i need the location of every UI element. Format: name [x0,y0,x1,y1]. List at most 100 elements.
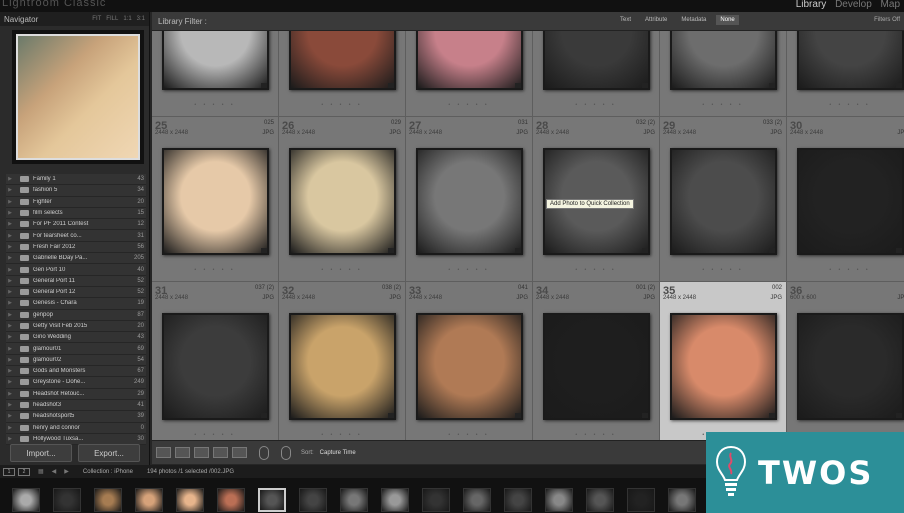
folder-item[interactable]: ▶ For PF 2011 Contest 12 [6,219,146,231]
filmstrip-thumb[interactable] [217,488,245,512]
module-map[interactable]: Map [881,0,900,10]
navigator-1to1[interactable]: 1:1 [123,16,131,22]
painter-icon[interactable] [259,445,269,460]
rating-dots[interactable]: • • • • • [660,267,786,273]
folder-item[interactable]: ▶ Gino Wedding 43 [6,332,146,344]
forward-arrow-icon[interactable]: ▶ [64,468,69,475]
grid-cell[interactable]: 31 037 (2) 2448 x 2448 JPG • • • • • [152,282,279,440]
rating-dots[interactable]: • • • • • [533,432,659,438]
disclosure-arrow-icon[interactable]: ▶ [6,255,14,261]
folder-item[interactable]: ▶ Fresh Fair 2012 56 [6,241,146,254]
folder-item[interactable]: ▶ Gabrielle BDay Pa... 205 [6,253,146,265]
disclosure-arrow-icon[interactable]: ▶ [6,244,14,250]
filmstrip-thumb[interactable] [94,488,122,512]
folder-item[interactable]: ▶ Getty Visit Feb 2015 20 [6,320,146,333]
grid-view-icon[interactable] [156,447,171,458]
grid-icon[interactable]: ▦ [38,468,44,475]
metadata-badge-icon[interactable] [642,248,648,253]
filmstrip-thumb[interactable] [135,488,163,512]
grid-cell[interactable]: • • • • • [787,31,904,117]
folder-item[interactable]: ▶ Headshot Retouc... 29 [6,388,146,400]
folder-item[interactable]: ▶ film selects 15 [6,207,146,220]
navigator-3to1[interactable]: 3:1 [137,16,145,22]
grid-cell[interactable]: • • • • • [533,31,660,117]
photo-thumbnail[interactable] [416,313,523,420]
rating-dots[interactable]: • • • • • [406,267,532,273]
back-arrow-icon[interactable]: ◀ [52,468,57,475]
sort-direction-icon[interactable] [281,445,291,460]
disclosure-arrow-icon[interactable]: ▶ [6,233,14,239]
photo-thumbnail[interactable] [670,31,777,90]
filter-metadata[interactable]: Metadata [677,15,710,25]
rating-dots[interactable]: • • • • • [279,432,405,438]
folder-item[interactable]: ▶ General Port 11 52 [6,275,146,287]
photo-thumbnail[interactable] [416,148,523,255]
folder-item[interactable]: ▶ henry and connor 0 [6,422,146,434]
filmstrip-thumb[interactable] [627,488,655,512]
filter-attribute[interactable]: Attribute [641,15,671,25]
folder-item[interactable]: ▶ For tearsheet co... 31 [6,230,146,242]
photo-thumbnail[interactable] [670,313,777,420]
rating-dots[interactable]: • • • • • [152,267,278,273]
module-library[interactable]: Library [796,0,827,10]
navigator-fill[interactable]: FILL [106,16,118,22]
metadata-badge-icon[interactable] [896,413,902,418]
disclosure-arrow-icon[interactable]: ▶ [6,357,14,363]
grid-cell[interactable]: 26 029 2448 x 2448 JPG • • • • • [279,117,406,282]
filmstrip-thumb[interactable] [176,488,204,512]
grid-cell[interactable]: 34 001 (2) 2448 x 2448 JPG • • • • • [533,282,660,440]
filmstrip-thumb[interactable] [12,488,40,512]
folder-item[interactable]: ▶ headshot3 41 [6,399,146,412]
disclosure-arrow-icon[interactable]: ▶ [6,425,14,431]
export-button[interactable]: Export... [78,444,140,462]
rating-dots[interactable]: • • • • • [406,432,532,438]
filmstrip-source[interactable]: Collection : iPhone [83,469,133,475]
grid-cell[interactable]: 29 033 (2) 2448 x 2448 JPG • • • • • [660,117,787,282]
disclosure-arrow-icon[interactable]: ▶ [6,312,14,318]
metadata-badge-icon[interactable] [388,248,394,253]
metadata-badge-icon[interactable] [515,248,521,253]
disclosure-arrow-icon[interactable]: ▶ [6,267,14,273]
filmstrip-thumb[interactable] [340,488,368,512]
filters-off-toggle[interactable]: Filters Off [874,17,900,23]
disclosure-arrow-icon[interactable]: ▶ [6,368,14,374]
grid-cell[interactable]: 27 031 2448 x 2448 JPG • • • • • [406,117,533,282]
grid-cell[interactable]: 25 025 2448 x 2448 JPG • • • • • [152,117,279,282]
photo-thumbnail[interactable] [162,148,269,255]
photo-thumbnail[interactable] [797,148,904,255]
module-develop[interactable]: Develop [835,0,872,10]
disclosure-arrow-icon[interactable]: ▶ [6,210,14,216]
folder-item[interactable]: ▶ Fighter 20 [6,196,146,208]
grid-cell[interactable]: • • • • • [660,31,787,117]
grid-cell[interactable]: • • • • • [406,31,533,117]
grid-cell[interactable]: • • • • • [152,31,279,117]
metadata-badge-icon[interactable] [388,83,394,88]
disclosure-arrow-icon[interactable]: ▶ [6,391,14,397]
folder-item[interactable]: ▶ Family 1 43 [6,174,146,186]
grid-cell[interactable]: 32 038 (2) 2448 x 2448 JPG • • • • • [279,282,406,440]
photo-thumbnail[interactable] [162,31,269,90]
second-monitor-button[interactable]: 2 [18,467,30,476]
photo-thumbnail[interactable] [289,148,396,255]
rating-dots[interactable]: • • • • • [279,267,405,273]
filmstrip-thumb[interactable] [53,488,81,512]
photo-thumbnail[interactable] [289,313,396,420]
filmstrip-thumb[interactable] [422,488,450,512]
filmstrip-thumb[interactable] [463,488,491,512]
disclosure-arrow-icon[interactable]: ▶ [6,199,14,205]
metadata-badge-icon[interactable] [642,83,648,88]
grid-cell[interactable]: 350022448 x 2448JPG• • • • • [660,282,787,440]
rating-dots[interactable]: • • • • • [660,102,786,108]
rating-dots[interactable]: • • • • • [787,102,904,108]
loupe-view-icon[interactable] [175,447,190,458]
import-button[interactable]: Import... [10,444,72,462]
photo-thumbnail[interactable] [797,31,904,90]
metadata-badge-icon[interactable] [515,83,521,88]
folder-item[interactable]: ▶ genpop 87 [6,309,146,321]
disclosure-arrow-icon[interactable]: ▶ [6,323,14,329]
disclosure-arrow-icon[interactable]: ▶ [6,278,14,284]
people-view-icon[interactable] [232,447,247,458]
metadata-badge-icon[interactable] [896,248,902,253]
metadata-badge-icon[interactable] [769,248,775,253]
filmstrip-thumb[interactable] [258,488,286,512]
